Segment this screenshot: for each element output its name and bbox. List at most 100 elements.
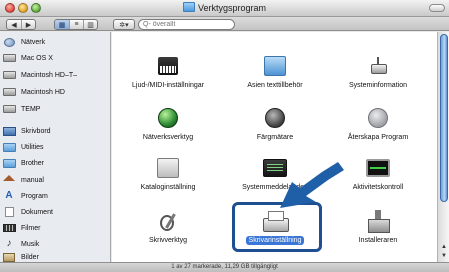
app-label: Skrivverktyg bbox=[148, 237, 188, 244]
app-item[interactable]: Färgmätare bbox=[229, 104, 321, 148]
sidebar-item-label: Macintosh HD bbox=[21, 88, 65, 96]
printer-setup-icon bbox=[260, 207, 290, 235]
sidebar-item-temp[interactable]: TEMP bbox=[2, 103, 109, 115]
list-view-icon[interactable]: ≡ bbox=[69, 20, 83, 29]
sidebar-item-label: Filmer bbox=[21, 224, 41, 232]
applications-icon: A bbox=[5, 190, 13, 201]
sidebar-item-label: Mac OS X bbox=[21, 54, 53, 62]
disk-icon bbox=[2, 87, 16, 97]
app-item[interactable]: Systeminformation bbox=[332, 52, 424, 96]
app-label: Asien texttillbehör bbox=[247, 82, 303, 89]
app-label: Återskapa Program bbox=[347, 134, 409, 141]
app-label: Aktivitetskontroll bbox=[352, 184, 404, 191]
app-label: Installeraren bbox=[358, 237, 398, 244]
finder-window: Verktygsprogram ◀ ▶ ▦ ≡ ▥ ✲▾ Nätverk Mac… bbox=[0, 0, 449, 272]
sidebar-item-skrivbord[interactable]: Skrivbord bbox=[2, 125, 109, 137]
activity-monitor-icon bbox=[363, 154, 393, 182]
scroll-down-arrow-icon[interactable]: ▼ bbox=[440, 252, 448, 260]
app-label: Systemmeddelanden bbox=[242, 184, 308, 191]
toolbar-toggle-button[interactable] bbox=[429, 4, 445, 12]
app-label: Skrivarinställning bbox=[229, 236, 321, 245]
app-label: Systeminformation bbox=[349, 82, 407, 89]
window-title-area: Verktygsprogram bbox=[0, 2, 449, 13]
app-label: Färgmätare bbox=[256, 134, 294, 141]
back-arrow-icon[interactable]: ◀ bbox=[7, 20, 21, 29]
network-icon bbox=[2, 37, 16, 47]
console-icon bbox=[260, 154, 290, 182]
sidebar-item-label: manual bbox=[21, 176, 44, 184]
app-item[interactable]: Skrivverktyg bbox=[122, 207, 214, 251]
app-item[interactable]: Asien texttillbehör bbox=[229, 52, 321, 96]
directory-setup-icon bbox=[153, 154, 183, 182]
app-item[interactable]: Kataloginställning bbox=[122, 154, 214, 198]
app-label: Kataloginställning bbox=[140, 184, 196, 191]
scroll-up-arrow-icon[interactable]: ▲ bbox=[440, 243, 448, 251]
sidebar-item-label: Nätverk bbox=[21, 38, 46, 46]
sidebar-item-brother[interactable]: Brother bbox=[2, 157, 109, 169]
app-item[interactable]: Installeraren bbox=[332, 207, 424, 251]
sidebar-item-natverk[interactable]: Nätverk bbox=[2, 36, 109, 48]
network-utility-icon bbox=[153, 104, 183, 132]
status-bar: 1 av 27 markerade, 11,29 GB tillgängligt bbox=[0, 262, 449, 272]
icon-view-icon[interactable]: ▦ bbox=[55, 20, 69, 29]
midi-icon bbox=[153, 52, 183, 80]
desktop-icon bbox=[2, 126, 16, 136]
app-item[interactable]: Ljud-/MIDI-inställningar bbox=[122, 52, 214, 96]
sidebar-item-macintosh-hd-t[interactable]: Macintosh HD–T– bbox=[2, 69, 109, 81]
folder-icon bbox=[2, 158, 16, 168]
app-item[interactable]: Systemmeddelanden bbox=[229, 154, 321, 198]
sidebar-item-manual[interactable]: manual bbox=[2, 174, 109, 186]
folder-icon bbox=[2, 142, 16, 152]
search-input[interactable] bbox=[138, 19, 235, 30]
sidebar-item-label: Program bbox=[21, 192, 48, 200]
title-bar: Verktygsprogram bbox=[0, 0, 449, 17]
toolbar: ◀ ▶ ▦ ≡ ▥ ✲▾ bbox=[0, 17, 449, 31]
asian-text-icon bbox=[260, 52, 290, 80]
vertical-scrollbar[interactable]: ▲ ▼ bbox=[437, 32, 449, 262]
action-menu: ✲▾ bbox=[113, 19, 135, 30]
document-icon bbox=[2, 207, 16, 217]
app-item[interactable]: Aktivitetskontroll bbox=[332, 154, 424, 198]
icon-grid: Ljud-/MIDI-inställningar Asien texttillb… bbox=[112, 32, 437, 262]
sidebar-item-label: Brother bbox=[21, 159, 44, 167]
installer-icon bbox=[363, 207, 393, 235]
disk-icon bbox=[2, 70, 16, 80]
folder-icon bbox=[182, 2, 195, 12]
sidebar-item-program[interactable]: A Program bbox=[2, 190, 109, 202]
sidebar-item-label: Musik bbox=[21, 240, 40, 248]
sidebar-item-label: Utilities bbox=[21, 143, 44, 151]
window-title: Verktygsprogram bbox=[197, 3, 267, 13]
scroll-thumb[interactable] bbox=[440, 34, 448, 202]
tools-icon bbox=[153, 207, 183, 235]
printer-setup-item[interactable]: Skrivarinställning bbox=[229, 207, 321, 251]
color-meter-icon bbox=[260, 104, 290, 132]
disk-icon bbox=[2, 104, 16, 114]
navigation-buttons: ◀ ▶ bbox=[6, 19, 36, 30]
sidebar-item-utilities[interactable]: Utilities bbox=[2, 141, 109, 153]
sidebar-item-label: Skrivbord bbox=[21, 127, 51, 135]
system-info-icon bbox=[363, 52, 393, 80]
column-view-icon[interactable]: ▥ bbox=[83, 20, 97, 29]
sidebar-item-label: Macintosh HD–T– bbox=[21, 71, 78, 79]
forward-arrow-icon[interactable]: ▶ bbox=[21, 20, 35, 29]
music-icon: ♪ bbox=[6, 238, 12, 249]
gear-icon[interactable]: ✲▾ bbox=[114, 20, 134, 29]
sidebar: Nätverk Mac OS X Macintosh HD–T– Macinto… bbox=[0, 32, 111, 262]
sidebar-item-dokument[interactable]: Dokument bbox=[2, 206, 109, 218]
app-label: Ljud-/MIDI-inställningar bbox=[132, 82, 204, 89]
disk-icon bbox=[2, 53, 16, 63]
app-item[interactable]: Nätverksverktyg bbox=[122, 104, 214, 148]
view-buttons: ▦ ≡ ▥ bbox=[54, 19, 98, 30]
sidebar-item-macintosh-hd[interactable]: Macintosh HD bbox=[2, 86, 109, 98]
sidebar-item-label: TEMP bbox=[21, 105, 41, 113]
restore-icon bbox=[363, 104, 393, 132]
sidebar-item-label: Dokument bbox=[21, 208, 53, 216]
pictures-icon bbox=[2, 252, 16, 262]
sidebar-item-filmer[interactable]: Filmer bbox=[2, 222, 109, 234]
sidebar-item-mac-os-x[interactable]: Mac OS X bbox=[2, 52, 109, 64]
sidebar-item-musik[interactable]: ♪ Musik bbox=[2, 238, 109, 250]
home-icon bbox=[2, 175, 16, 185]
app-label: Nätverksverktyg bbox=[142, 134, 194, 141]
app-item[interactable]: Återskapa Program bbox=[332, 104, 424, 148]
sidebar-item-label: Bilder bbox=[21, 253, 39, 261]
